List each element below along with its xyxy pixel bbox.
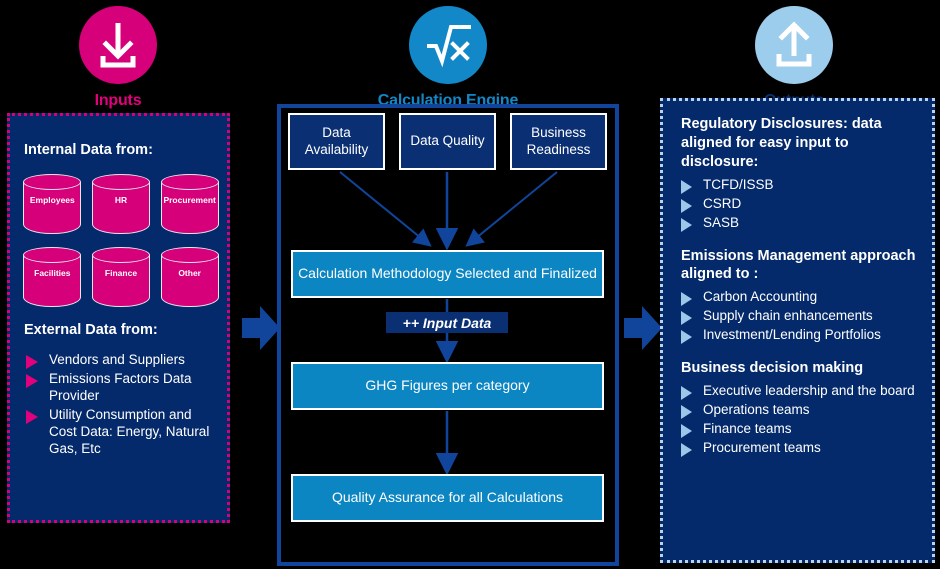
- inputs-to-engine-arrow-icon: [240, 300, 282, 356]
- flow-box-label: GHG Figures per category: [365, 377, 530, 394]
- outputs-content: Regulatory Disclosures: data aligned for…: [681, 115, 921, 458]
- flow-box-calculation-methodology: Calculation Methodology Selected and Fin…: [291, 250, 604, 298]
- list-item: Operations teams: [681, 401, 921, 420]
- outputs-section-heading: Regulatory Disclosures: data aligned for…: [681, 116, 882, 170]
- square-root-icon: [409, 6, 487, 84]
- database-cylinder: Facilities: [23, 247, 82, 311]
- outputs-section-heading: Emissions Management approach aligned to…: [681, 247, 916, 283]
- list-item-label: Utility Consumption and Cost Data: Energ…: [49, 406, 210, 457]
- cylinder-label: Facilities: [34, 268, 71, 278]
- list-item: Executive leadership and the board: [681, 382, 921, 401]
- cylinder-label: HR: [114, 195, 128, 205]
- engine-to-outputs-arrow-icon: [622, 300, 664, 356]
- triangle-bullet-icon: [681, 386, 692, 401]
- list-item-label: Carbon Accounting: [703, 289, 818, 305]
- list-item-label: Operations teams: [703, 402, 810, 418]
- criteria-box-data-quality: Data Quality: [399, 113, 496, 170]
- list-item: CSRD: [681, 195, 921, 213]
- list-item-label: TCFD/ISSB: [703, 176, 774, 192]
- cylinder-label: Finance: [104, 268, 138, 278]
- internal-source-grid: Employees HR Procurement Facilities Fina…: [21, 174, 221, 315]
- triangle-bullet-icon: [681, 424, 692, 439]
- list-item-label: Investment/Lending Portfolios: [703, 327, 881, 343]
- outputs-section-list: Executive leadership and the board Opera…: [681, 382, 921, 458]
- triangle-bullet-icon: [681, 198, 692, 213]
- criteria-box-label: Data Availability: [304, 125, 369, 157]
- external-data-list: Vendors and Suppliers Emissions Factors …: [26, 351, 222, 458]
- list-item-label: Executive leadership and the board: [703, 383, 915, 399]
- input-data-tag: ++ Input Data: [386, 312, 508, 333]
- triangle-bullet-icon: [26, 374, 38, 388]
- download-arrow-icon: [79, 6, 157, 84]
- flow-box-label: Quality Assurance for all Calculations: [331, 489, 564, 506]
- criteria-box-data-availability: Data Availability: [288, 113, 385, 170]
- list-item: TCFD/ISSB: [681, 176, 921, 194]
- triangle-bullet-icon: [681, 292, 692, 307]
- outputs-section-list: Carbon Accounting Supply chain enhanceme…: [681, 288, 921, 345]
- list-item-label: SASB: [703, 214, 740, 230]
- list-item: Procurement teams: [681, 439, 921, 458]
- triangle-bullet-icon: [681, 217, 692, 232]
- cylinder-label: Procurement: [163, 195, 216, 205]
- database-cylinder: Other: [160, 247, 219, 311]
- list-item: Utility Consumption and Cost Data: Energ…: [26, 406, 222, 458]
- triangle-bullet-icon: [681, 330, 692, 345]
- list-item: Carbon Accounting: [681, 288, 921, 307]
- triangle-bullet-icon: [26, 409, 38, 424]
- criteria-box-business-readiness: Business Readiness: [510, 113, 607, 170]
- criteria-box-label: Business Readiness: [526, 125, 591, 157]
- engine-column-header: Calculation Engine: [378, 6, 518, 110]
- cylinder-label: Other: [178, 268, 201, 278]
- flow-box-quality-assurance: Quality Assurance for all Calculations: [291, 474, 604, 522]
- inputs-column-header: Inputs: [78, 6, 158, 110]
- criteria-box-label: Data Quality: [410, 133, 485, 149]
- inputs-panel: Internal Data from: Employees HR Procure…: [7, 113, 230, 523]
- list-item-label: Supply chain enhancements: [703, 308, 873, 324]
- list-item: SASB: [681, 214, 921, 232]
- triangle-bullet-icon: [681, 443, 692, 458]
- internal-data-heading: Internal Data from:: [24, 142, 153, 158]
- list-item: Emissions Factors Data Provider: [26, 370, 222, 405]
- outputs-section-heading: Business decision making: [681, 360, 864, 377]
- external-data-heading: External Data from:: [24, 322, 158, 338]
- list-item: Vendors and Suppliers: [26, 351, 222, 369]
- database-cylinder: Finance: [91, 247, 150, 311]
- list-item-label: Emissions Factors Data Provider: [49, 371, 192, 404]
- triangle-bullet-icon: [681, 311, 692, 326]
- triangle-bullet-icon: [26, 355, 38, 369]
- input-data-tag-label: ++ Input Data: [402, 314, 492, 331]
- diagram-canvas: Inputs Calculation Engine Outputs Intern…: [0, 0, 940, 569]
- outputs-panel: Regulatory Disclosures: data aligned for…: [660, 98, 935, 563]
- flow-box-ghg-figures: GHG Figures per category: [291, 362, 604, 410]
- list-item: Supply chain enhancements: [681, 307, 921, 326]
- database-cylinder: Procurement: [160, 174, 219, 238]
- list-item-label: Vendors and Suppliers: [49, 352, 185, 367]
- triangle-bullet-icon: [681, 405, 692, 420]
- outputs-column-header: Outputs: [754, 6, 834, 110]
- upload-arrow-icon: [755, 6, 833, 84]
- list-item: Investment/Lending Portfolios: [681, 326, 921, 345]
- cylinder-label: Employees: [29, 195, 75, 205]
- list-item-label: Finance teams: [703, 421, 792, 437]
- triangle-bullet-icon: [681, 179, 692, 194]
- list-item-label: CSRD: [703, 195, 742, 211]
- flow-box-label: Calculation Methodology Selected and Fin…: [298, 265, 597, 282]
- database-cylinder: HR: [91, 174, 150, 238]
- list-item-label: Procurement teams: [703, 440, 821, 456]
- database-cylinder: Employees: [23, 174, 82, 238]
- inputs-label: Inputs: [94, 92, 142, 109]
- outputs-section-list: TCFD/ISSB CSRD SASB: [681, 176, 921, 232]
- list-item: Finance teams: [681, 420, 921, 439]
